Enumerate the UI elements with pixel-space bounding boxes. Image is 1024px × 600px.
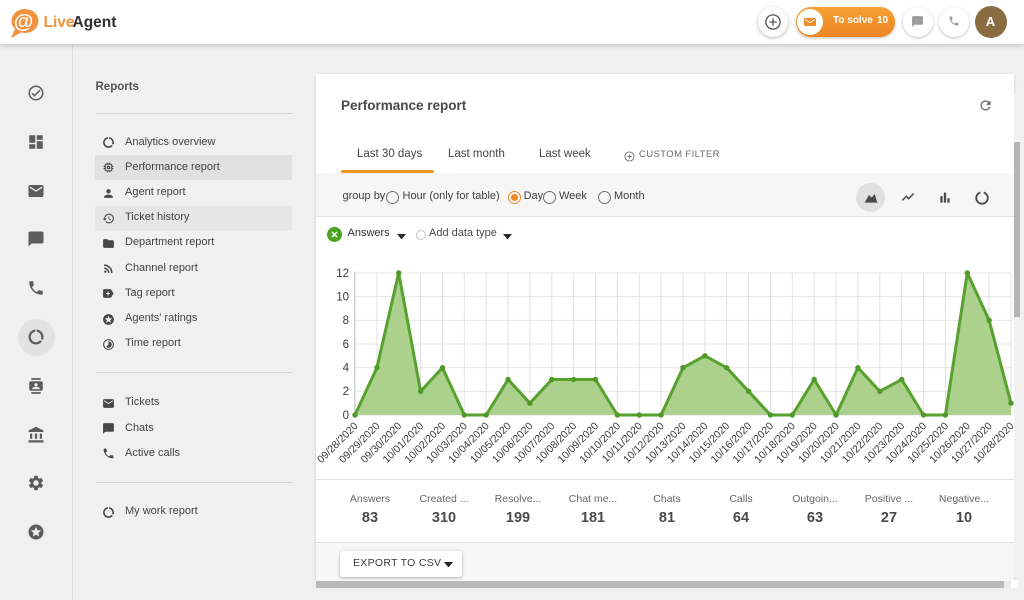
svg-text:2: 2 xyxy=(343,386,349,398)
svg-text:@: @ xyxy=(14,11,34,33)
svg-text:Live: Live xyxy=(44,14,75,31)
svg-text:6: 6 xyxy=(343,339,349,351)
svg-text:0: 0 xyxy=(343,410,349,422)
svg-text:10: 10 xyxy=(336,292,349,304)
svg-text:4: 4 xyxy=(343,363,350,375)
svg-text:Agent: Agent xyxy=(73,14,117,31)
svg-text:12: 12 xyxy=(336,268,349,280)
svg-text:8: 8 xyxy=(343,315,349,327)
